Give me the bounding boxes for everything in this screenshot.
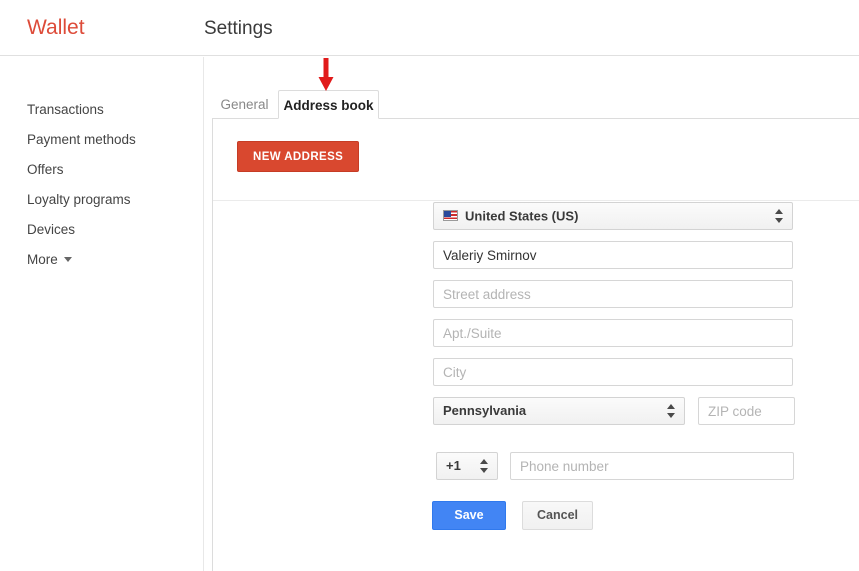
select-spinner-icon (480, 458, 489, 474)
apt-suite-input[interactable] (433, 319, 793, 347)
wallet-logo[interactable]: Wallet (27, 16, 85, 40)
phone-country-code-select[interactable]: +1 (436, 452, 498, 480)
sidebar-item-label: Loyalty programs (27, 192, 131, 207)
state-select[interactable]: Pennsylvania (433, 397, 685, 425)
save-button[interactable]: Save (432, 501, 506, 530)
country-select-value: United States (US) (465, 209, 578, 224)
cancel-button[interactable]: Cancel (522, 501, 593, 530)
sidebar-nav-list: Transactions Payment methods Offers Loya… (0, 95, 204, 275)
tab-general[interactable]: General (212, 90, 277, 119)
zip-code-input[interactable] (698, 397, 795, 425)
full-name-input[interactable] (433, 241, 793, 269)
panel-toolbar: NEW ADDRESS (213, 119, 859, 201)
us-flag-icon (443, 210, 458, 221)
settings-content: General Address book NEW ADDRESS United … (205, 57, 859, 571)
sidebar-item-label: Offers (27, 162, 64, 177)
city-input[interactable] (433, 358, 793, 386)
sidebar-item-payment-methods[interactable]: Payment methods (0, 125, 204, 155)
country-select[interactable]: United States (US) (433, 202, 793, 230)
state-select-value: Pennsylvania (443, 403, 526, 418)
page-title: Settings (204, 17, 273, 41)
app-header: Wallet Settings (0, 0, 859, 56)
tab-address-book[interactable]: Address book (278, 90, 379, 119)
select-spinner-icon (775, 208, 784, 224)
new-address-button[interactable]: NEW ADDRESS (237, 141, 359, 172)
phone-country-code-value: +1 (446, 458, 461, 473)
select-spinner-icon (667, 403, 676, 419)
sidebar-item-label: Devices (27, 222, 75, 237)
sidebar-item-transactions[interactable]: Transactions (0, 95, 204, 125)
sidebar-item-label: Transactions (27, 102, 104, 117)
chevron-down-icon (64, 257, 72, 262)
phone-number-input[interactable] (510, 452, 794, 480)
street-address-input[interactable] (433, 280, 793, 308)
sidebar-item-label: More (27, 252, 58, 267)
sidebar: Transactions Payment methods Offers Loya… (0, 57, 204, 571)
sidebar-item-loyalty-programs[interactable]: Loyalty programs (0, 185, 204, 215)
sidebar-item-devices[interactable]: Devices (0, 215, 204, 245)
sidebar-item-label: Payment methods (27, 132, 136, 147)
sidebar-item-more[interactable]: More (0, 245, 204, 275)
sidebar-item-offers[interactable]: Offers (0, 155, 204, 185)
